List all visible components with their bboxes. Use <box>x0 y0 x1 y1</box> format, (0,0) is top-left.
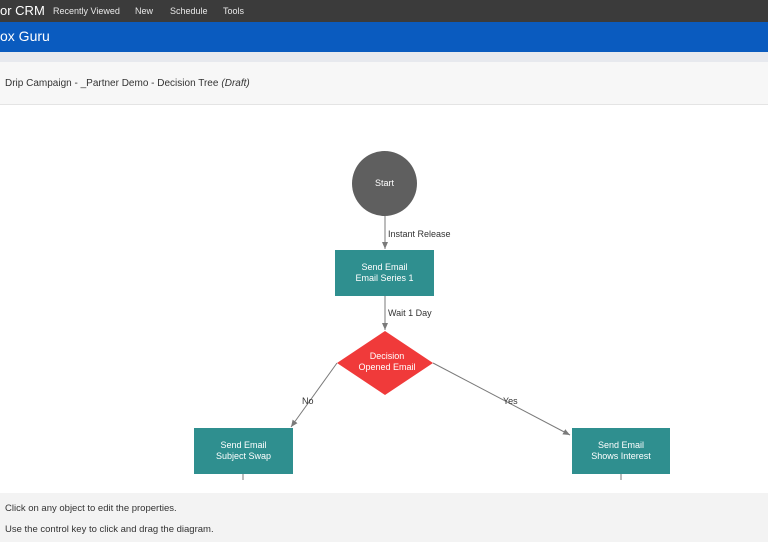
send-email-series-line2: Email Series 1 <box>355 273 414 283</box>
start-node[interactable]: Start <box>352 151 417 216</box>
nav-new[interactable]: New <box>135 5 153 17</box>
subject-swap-line1: Send Email <box>220 440 267 450</box>
edge-label-yes: Yes <box>503 396 518 406</box>
help-text-drag: Use the control key to click and drag th… <box>5 524 214 535</box>
campaign-title-bar: Drip Campaign - _Partner Demo - Decision… <box>0 62 768 105</box>
edge-label-wait-1-day: Wait 1 Day <box>388 308 432 318</box>
edge-label-no: No <box>302 396 314 406</box>
top-navigation-bar: or CRM Recently Viewed New Schedule Tool… <box>0 0 768 22</box>
help-text-edit: Click on any object to edit the properti… <box>5 503 177 514</box>
edge-label-instant-release: Instant Release <box>388 229 451 239</box>
send-email-series-line1: Send Email <box>361 262 408 272</box>
page-title: Drip Campaign - _Partner Demo - Decision… <box>5 77 250 90</box>
diagram-canvas[interactable]: Start Instant Release Send Email Email S… <box>0 105 768 493</box>
header-title: ox Guru <box>0 28 50 44</box>
shows-interest-line2: Shows Interest <box>591 451 651 461</box>
connector-decision-yes[interactable] <box>432 362 571 436</box>
subject-swap-line2: Subject Swap <box>215 451 272 461</box>
send-email-subject-swap-node[interactable]: Send Email Subject Swap <box>194 428 293 474</box>
send-email-series-node[interactable]: Send Email Email Series 1 <box>335 250 434 296</box>
header-bar: ox Guru <box>0 22 768 52</box>
nav-tools[interactable]: Tools <box>223 5 244 17</box>
help-footer: Click on any object to edit the properti… <box>0 493 768 542</box>
campaign-status: (Draft) <box>221 78 250 89</box>
campaign-name: Drip Campaign - _Partner Demo - Decision… <box>5 78 219 89</box>
shows-interest-line1: Send Email <box>597 440 645 450</box>
connector-decision-no[interactable] <box>290 362 338 428</box>
nav-recently-viewed[interactable]: Recently Viewed <box>53 5 120 17</box>
decision-diamond[interactable] <box>337 331 433 395</box>
header-separator <box>0 52 768 62</box>
send-email-shows-interest-node[interactable]: Send Email Shows Interest <box>572 428 670 474</box>
nav-schedule[interactable]: Schedule <box>170 5 208 17</box>
app-brand[interactable]: or CRM <box>0 3 45 19</box>
start-node-label: Start <box>374 178 394 188</box>
